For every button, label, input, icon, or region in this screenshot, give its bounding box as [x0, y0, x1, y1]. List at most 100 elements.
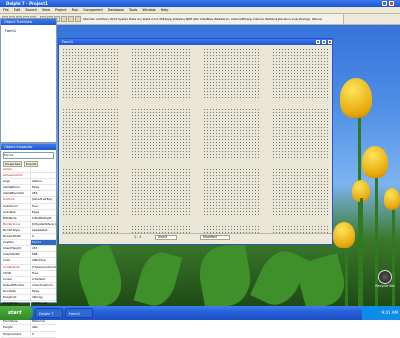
property-name: AlphaBlendVal: [3, 191, 24, 196]
tulip-flower: [362, 146, 388, 178]
tulip-flower: [333, 222, 355, 248]
start-button[interactable]: start: [0, 306, 33, 320]
property-name: HelpContext: [3, 331, 21, 336]
property-value[interactable]: Form1: [29, 240, 56, 246]
menu-bar: File Edit Search View Project Run Compon…: [0, 7, 400, 14]
property-name: Constraints: [3, 264, 20, 269]
property-value[interactable]: [29, 167, 56, 173]
tulip-flower: [340, 78, 372, 118]
object-treeview-panel: Object TreeView Form1: [0, 18, 57, 143]
menu-database[interactable]: Database: [108, 8, 124, 12]
step-icon[interactable]: [61, 16, 67, 22]
close-button[interactable]: [389, 1, 394, 6]
property-value[interactable]: True: [29, 203, 56, 209]
property-value[interactable]: 0: [29, 234, 56, 240]
leaf: [133, 248, 183, 310]
unit-icon[interactable]: [75, 16, 81, 22]
property-value[interactable]: [biSystemMenu]: [29, 221, 56, 227]
menu-component[interactable]: Component: [83, 8, 103, 12]
property-name: ClientWidth: [3, 252, 20, 257]
editor-statusbar: 1 : 1 Insert Modified: [62, 233, 332, 241]
property-value[interactable]: (TSizeConstraints): [29, 264, 56, 270]
menu-file[interactable]: File: [3, 8, 9, 12]
minimize-button[interactable]: [382, 1, 387, 6]
property-name: Color: [3, 258, 11, 263]
object-selector-dropdown[interactable]: Form1: [3, 152, 54, 159]
form-maximize-button[interactable]: [322, 40, 326, 44]
property-name: Ctl3D: [3, 270, 12, 275]
menu-search[interactable]: Search: [25, 8, 37, 12]
menu-edit[interactable]: Edit: [14, 8, 21, 12]
ide-titlebar[interactable]: Delphi 7 - Project1: [0, 0, 400, 7]
property-name: BorderIcons: [3, 221, 21, 226]
property-name: BorderWidth: [3, 234, 22, 239]
modified-status: Modified: [203, 235, 217, 239]
menu-run[interactable]: Run: [72, 8, 79, 12]
form-canvas-grid[interactable]: [62, 48, 328, 234]
property-value[interactable]: [akLeft,akTop]: [29, 197, 56, 203]
property-name: Height: [3, 325, 13, 330]
property-value[interactable]: clBtnFace: [29, 258, 56, 264]
task-delphi[interactable]: Delphi 7: [35, 308, 63, 318]
recycle-bin-icon[interactable]: [378, 270, 392, 284]
tulip-stem: [345, 240, 348, 306]
property-value[interactable]: bdLeftToRight: [29, 215, 56, 221]
tulip-stem: [360, 198, 363, 306]
form-minimize-button[interactable]: [316, 40, 320, 44]
property-name: BiDiMode: [3, 215, 17, 220]
property-name: ActiveControl: [3, 173, 23, 178]
taskbar: start Delphi 7 Form1 9:41 AM: [0, 306, 400, 320]
property-value[interactable]: True: [29, 270, 56, 276]
object-inspector-panel: Object Inspector Form1 Properties Events…: [0, 143, 57, 338]
tulip-flower: [384, 188, 400, 210]
property-value[interactable]: fsNormal: [29, 319, 56, 325]
cursor-pointer-icon[interactable]: [68, 16, 74, 22]
property-value[interactable]: False: [29, 288, 56, 294]
edit-mode: Insert: [158, 235, 168, 239]
object-treeview-title: Object TreeView: [1, 19, 56, 25]
property-row[interactable]: HelpContext 0: [1, 331, 56, 338]
property-value[interactable]: dkDrag: [29, 294, 56, 301]
property-name: Cursor: [3, 276, 13, 281]
property-name: DockSite: [3, 288, 16, 293]
property-name: ClientHeight: [3, 246, 21, 251]
property-value[interactable]: False: [29, 185, 56, 191]
property-name: Caption: [3, 240, 15, 245]
property-name: BorderStyle: [3, 227, 20, 232]
property-name: DragKind: [3, 294, 17, 299]
property-name: Action: [3, 167, 13, 171]
property-value[interactable]: False: [29, 209, 56, 215]
property-value[interactable]: bsSizeable: [29, 227, 56, 234]
property-value[interactable]: dmActiveForm: [29, 282, 56, 288]
form-close-button[interactable]: [328, 40, 332, 44]
desktop-icon-label[interactable]: Recycle Bin: [372, 284, 398, 288]
system-tray: 9:41 AM: [362, 306, 400, 320]
menu-help[interactable]: Help: [161, 8, 169, 12]
property-value[interactable]: 255: [29, 191, 56, 197]
property-value[interactable]: [29, 173, 56, 179]
task-form1[interactable]: Form1: [65, 308, 93, 318]
property-value[interactable]: alNone: [29, 179, 56, 185]
property-value[interactable]: 453: [29, 246, 56, 252]
leaf: [195, 242, 255, 310]
tree-item-form1[interactable]: Form1: [5, 29, 16, 33]
menu-tools[interactable]: Tools: [129, 8, 137, 12]
menu-window[interactable]: Window: [142, 8, 155, 12]
menu-view[interactable]: View: [42, 8, 50, 12]
property-value[interactable]: crDefault: [29, 276, 56, 282]
form-designer-window[interactable]: Form1: [58, 38, 333, 245]
property-value[interactable]: 0: [29, 331, 56, 337]
property-name: AlphaBlend: [3, 185, 20, 190]
form-title: Form1: [59, 39, 332, 45]
property-name: AutoScroll: [3, 203, 18, 208]
object-inspector-title: Object Inspector: [1, 144, 56, 150]
property-value[interactable]: 480: [29, 325, 56, 331]
property-name: DefaultMonitor: [3, 282, 25, 287]
property-name: AutoSize: [3, 209, 16, 214]
clock[interactable]: 9:41 AM: [382, 306, 398, 320]
property-value[interactable]: 688: [29, 252, 56, 258]
leaf: [71, 242, 129, 312]
menu-project[interactable]: Project: [55, 8, 67, 12]
tulip-stem: [392, 200, 395, 306]
toolbar-combo[interactable]: (None): [311, 14, 344, 24]
